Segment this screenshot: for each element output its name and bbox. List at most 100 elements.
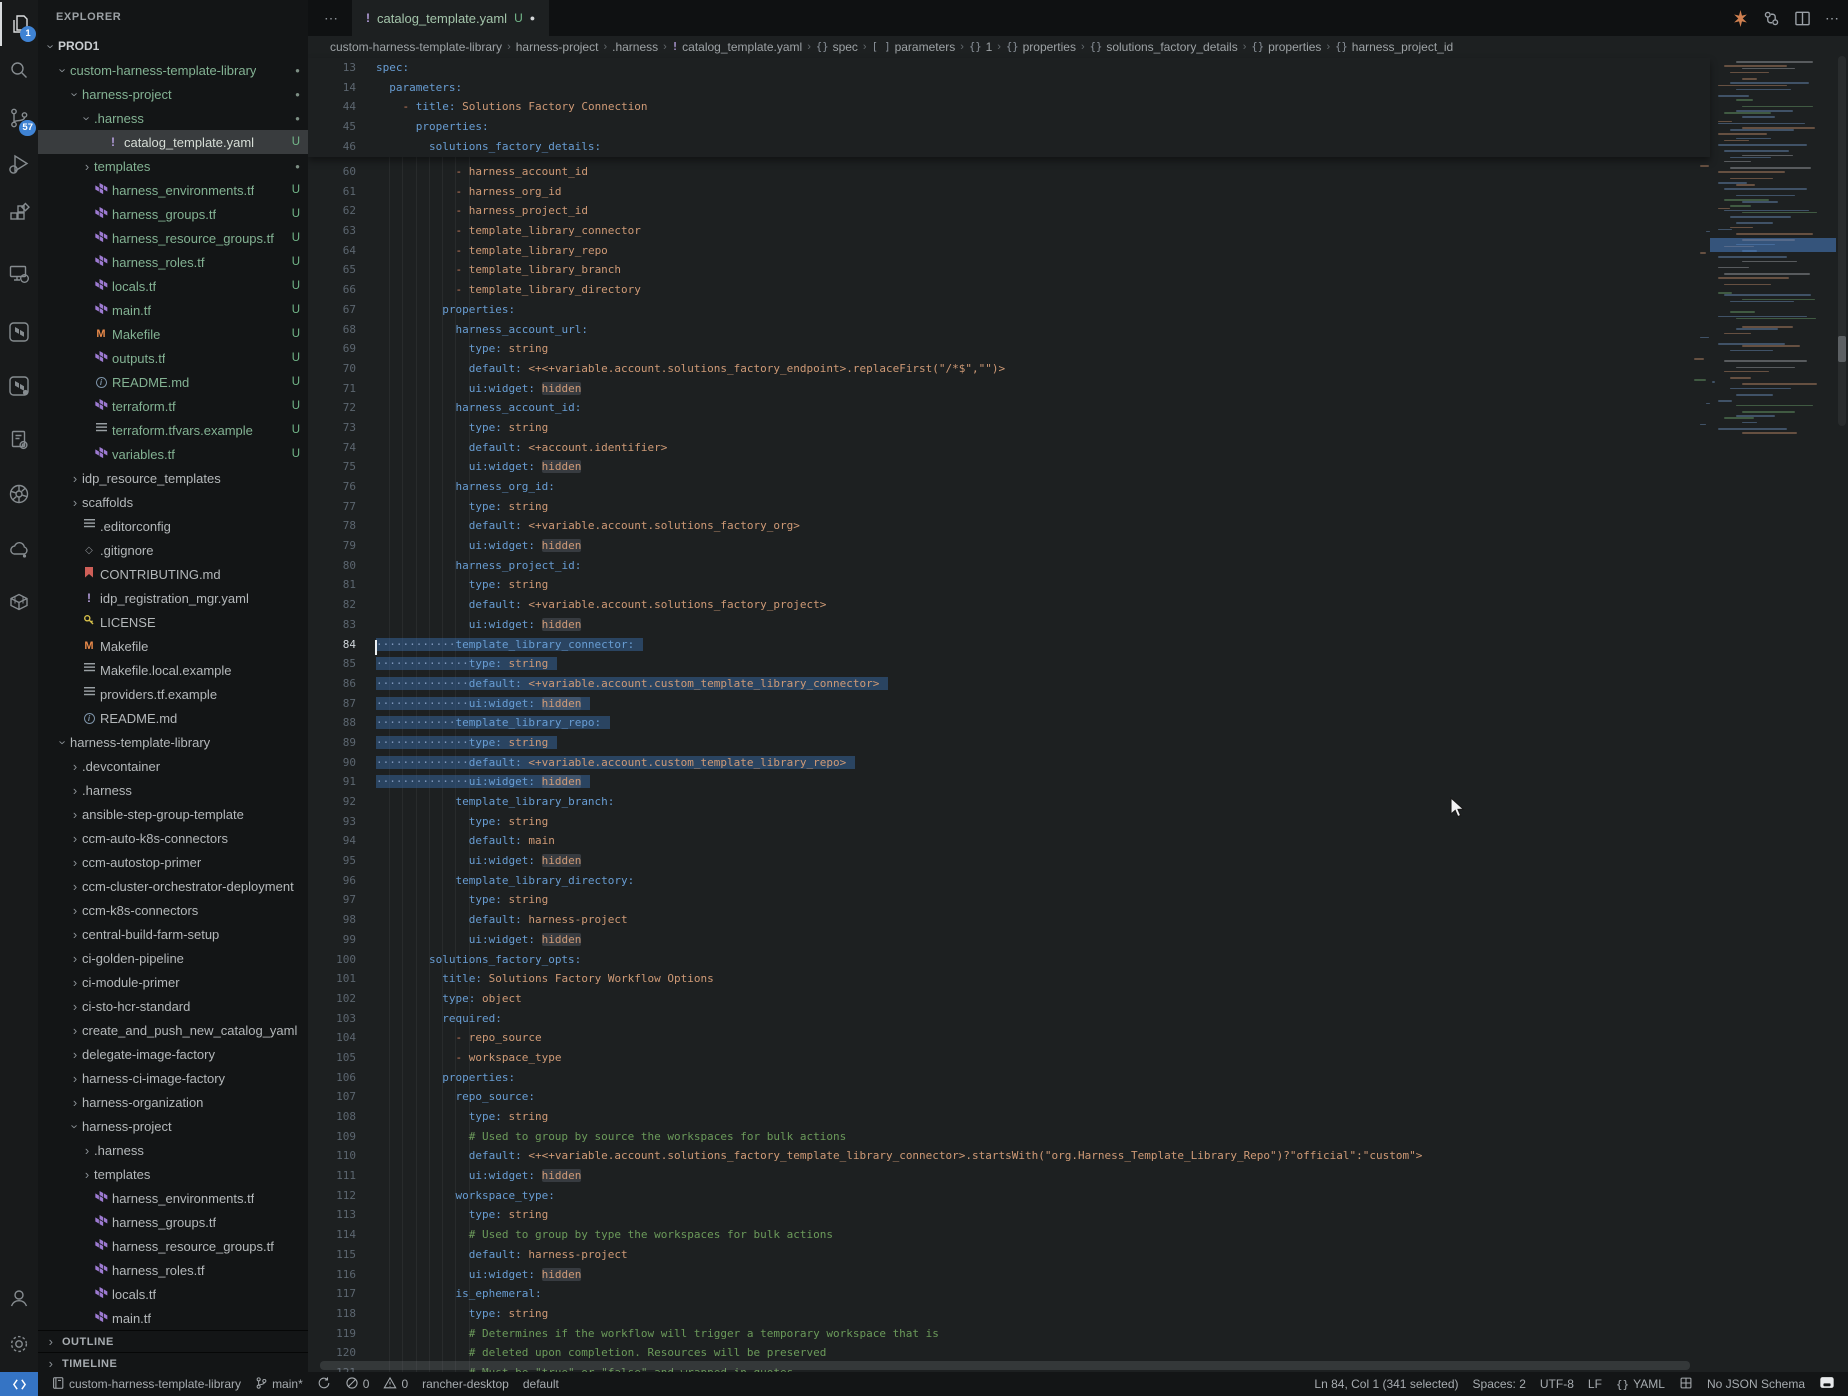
code-line-62[interactable]: 62 - harness_project_id	[308, 201, 1710, 221]
tree-file-makefile[interactable]: MMakefile	[38, 634, 308, 658]
code-line-87[interactable]: 87··············ui:widget: hidden	[308, 694, 1710, 714]
breadcrumb-item-harness-project[interactable]: harness-project	[516, 40, 599, 54]
status-errors[interactable]: 0	[338, 1376, 377, 1393]
status-warnings[interactable]: 0	[376, 1376, 415, 1393]
status-sync[interactable]	[310, 1376, 338, 1393]
code-line-103[interactable]: 103 required:	[308, 1009, 1710, 1029]
tree-folder-prod1[interactable]: ›PROD1	[38, 34, 308, 58]
tree-file-terraform-tf[interactable]: terraform.tfU	[38, 394, 308, 418]
breadcrumb-item--harness[interactable]: .harness	[612, 40, 658, 54]
tree-folder-ansible-step-group-template[interactable]: ›ansible-step-group-template	[38, 802, 308, 826]
cloud-icon[interactable]	[0, 528, 38, 572]
sticky-line-46[interactable]: 46 solutions_factory_details:	[308, 137, 1710, 157]
tree-folder-create-and-push-new-catalog-yaml[interactable]: ›create_and_push_new_catalog_yaml	[38, 1018, 308, 1042]
status-workspace[interactable]: custom-harness-template-library	[44, 1376, 248, 1393]
tree-folder--devcontainer[interactable]: ›.devcontainer	[38, 754, 308, 778]
status-git-branch[interactable]: main*	[248, 1376, 310, 1393]
tree-folder--harness[interactable]: ›.harness	[38, 778, 308, 802]
terraform-icon[interactable]	[0, 310, 38, 354]
sticky-line-45[interactable]: 45 properties:	[308, 117, 1710, 137]
code-area[interactable]: 60 - harness_account_id61 - harness_org_…	[308, 162, 1710, 1372]
minimap[interactable]	[1710, 36, 1836, 1372]
breadcrumb-item-parameters[interactable]: [ ]parameters	[872, 40, 956, 54]
tree-folder-harness-organization[interactable]: ›harness-organization	[38, 1090, 308, 1114]
outline-section[interactable]: ›OUTLINE	[38, 1330, 308, 1352]
code-line-70[interactable]: 70 default: <+<+variable.account.solutio…	[308, 359, 1710, 379]
code-line-82[interactable]: 82 default: <+variable.account.solutions…	[308, 595, 1710, 615]
status-language-mode[interactable]: {}YAML	[1609, 1377, 1672, 1391]
tree-file--gitignore[interactable]: ◇.gitignore	[38, 538, 308, 562]
code-line-68[interactable]: 68 harness_account_url:	[308, 320, 1710, 340]
tree-folder-ccm-cluster-orchestrator-deployment[interactable]: ›ccm-cluster-orchestrator-deployment	[38, 874, 308, 898]
code-line-108[interactable]: 108 type: string	[308, 1107, 1710, 1127]
tree-folder-ccm-autostop-primer[interactable]: ›ccm-autostop-primer	[38, 850, 308, 874]
code-line-83[interactable]: 83 ui:widget: hidden	[308, 615, 1710, 635]
tree-folder-idp-resource-templates[interactable]: ›idp_resource_templates	[38, 466, 308, 490]
breadcrumb-item-properties[interactable]: {}properties	[1006, 40, 1076, 54]
code-line-60[interactable]: 60 - harness_account_id	[308, 162, 1710, 182]
compare-changes-icon[interactable]	[1763, 10, 1780, 27]
tree-file-variables-tf[interactable]: variables.tfU	[38, 442, 308, 466]
tree-folder-templates[interactable]: ›templates●	[38, 154, 308, 178]
code-line-67[interactable]: 67 properties:	[308, 300, 1710, 320]
containers-icon[interactable]	[0, 580, 38, 624]
code-line-98[interactable]: 98 default: harness-project	[308, 910, 1710, 930]
code-line-66[interactable]: 66 - template_library_directory	[308, 280, 1710, 300]
code-line-74[interactable]: 74 default: <+account.identifier>	[308, 438, 1710, 458]
editor-pane[interactable]: custom-harness-template-library›harness-…	[308, 36, 1848, 1372]
status-screencast[interactable]	[1812, 1375, 1842, 1393]
code-line-96[interactable]: 96 template_library_directory:	[308, 871, 1710, 891]
format-document-icon[interactable]	[1732, 10, 1749, 27]
code-line-90[interactable]: 90··············default: <+variable.acco…	[308, 753, 1710, 773]
code-line-61[interactable]: 61 - harness_org_id	[308, 182, 1710, 202]
tree-file-harness-environments-tf[interactable]: harness_environments.tfU	[38, 178, 308, 202]
remote-indicator[interactable]	[0, 1372, 38, 1396]
code-line-97[interactable]: 97 type: string	[308, 890, 1710, 910]
tree-file-locals-tf[interactable]: locals.tfU	[38, 274, 308, 298]
code-line-92[interactable]: 92 template_library_branch:	[308, 792, 1710, 812]
code-line-91[interactable]: 91··············ui:widget: hidden	[308, 772, 1710, 792]
tree-file-makefile[interactable]: MMakefileU	[38, 322, 308, 346]
code-line-101[interactable]: 101 title: Solutions Factory Workflow Op…	[308, 969, 1710, 989]
breadcrumb-item-properties[interactable]: {}properties	[1251, 40, 1321, 54]
code-line-109[interactable]: 109 # Used to group by source the worksp…	[308, 1127, 1710, 1147]
modified-dot-icon[interactable]: ●	[530, 13, 535, 23]
breadcrumb-item-1[interactable]: {}1	[969, 40, 992, 54]
tree-file-readme-md[interactable]: iREADME.md	[38, 706, 308, 730]
remote-explorer-icon[interactable]	[0, 252, 38, 296]
code-line-72[interactable]: 72 harness_account_id:	[308, 398, 1710, 418]
accounts-icon[interactable]	[0, 1276, 38, 1320]
code-line-65[interactable]: 65 - template_library_branch	[308, 260, 1710, 280]
tree-file-outputs-tf[interactable]: outputs.tfU	[38, 346, 308, 370]
tree-folder-ccm-k8s-connectors[interactable]: ›ccm-k8s-connectors	[38, 898, 308, 922]
sticky-line-14[interactable]: 14 parameters:	[308, 78, 1710, 98]
tree-folder-harness-template-library[interactable]: ›harness-template-library	[38, 730, 308, 754]
breadcrumb-item-spec[interactable]: {}spec	[816, 40, 858, 54]
tree-folder--harness[interactable]: ›.harness●	[38, 106, 308, 130]
tree-file-locals-tf[interactable]: locals.tf	[38, 1282, 308, 1306]
status-context[interactable]: default	[516, 1377, 566, 1391]
code-line-113[interactable]: 113 type: string	[308, 1205, 1710, 1225]
code-line-119[interactable]: 119 # Determines if the workflow will tr…	[308, 1324, 1710, 1344]
tree-file-license[interactable]: LICENSE	[38, 610, 308, 634]
code-line-107[interactable]: 107 repo_source:	[308, 1087, 1710, 1107]
source-control-icon[interactable]: 57	[0, 96, 38, 140]
settings-icon[interactable]	[0, 1322, 38, 1366]
code-line-115[interactable]: 115 default: harness-project	[308, 1245, 1710, 1265]
tree-folder-ci-module-primer[interactable]: ›ci-module-primer	[38, 970, 308, 994]
code-line-80[interactable]: 80 harness_project_id:	[308, 556, 1710, 576]
tree-folder-custom-harness-template-library[interactable]: ›custom-harness-template-library●	[38, 58, 308, 82]
code-line-89[interactable]: 89··············type: string	[308, 733, 1710, 753]
code-line-111[interactable]: 111 ui:widget: hidden	[308, 1166, 1710, 1186]
tree-file-readme-md[interactable]: iREADME.mdU	[38, 370, 308, 394]
tree-file-harness-resource-groups-tf[interactable]: harness_resource_groups.tfU	[38, 226, 308, 250]
tree-file-harness-roles-tf[interactable]: harness_roles.tfU	[38, 250, 308, 274]
code-line-64[interactable]: 64 - template_library_repo	[308, 241, 1710, 261]
code-line-85[interactable]: 85··············type: string	[308, 654, 1710, 674]
terraform-cloud-icon[interactable]	[0, 364, 38, 408]
horizontal-scrollbar[interactable]	[320, 1361, 1690, 1370]
tree-folder--harness[interactable]: ›.harness	[38, 1138, 308, 1162]
tree-file-providers-tf-example[interactable]: providers.tf.example	[38, 682, 308, 706]
breadcrumb-item-solutions-factory-details[interactable]: {}solutions_factory_details	[1090, 40, 1238, 54]
status-rancher[interactable]: rancher-desktop	[415, 1377, 516, 1391]
